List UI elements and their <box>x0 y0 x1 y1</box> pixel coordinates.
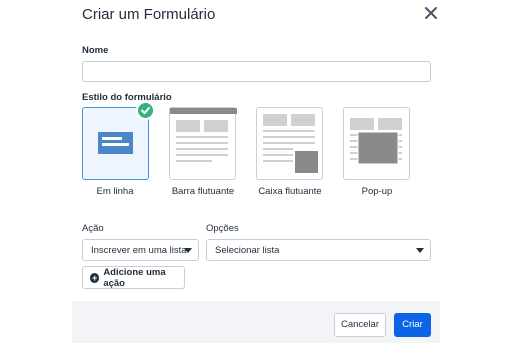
options-select[interactable]: Selecionar lista <box>206 239 431 261</box>
floating-box-illustration <box>263 114 318 173</box>
style-label-floating-box: Caixa flutuante <box>258 186 322 197</box>
action-select[interactable]: Inscrever em uma lista <box>82 239 199 261</box>
style-label-inline: Em linha <box>96 186 134 197</box>
action-select-value: Inscrever em uma lista <box>91 245 187 256</box>
options-select-value: Selecionar lista <box>215 245 280 256</box>
add-action-label: Adicione uma ação <box>103 266 166 289</box>
floating-bar-illustration <box>170 108 237 162</box>
name-label: Nome <box>82 45 109 56</box>
create-button[interactable]: Criar <box>394 313 431 337</box>
create-form-dialog: Criar um Formulário Nome Estilo do formu… <box>0 0 512 343</box>
add-action-button[interactable]: + Adicione uma ação <box>82 266 185 289</box>
style-option-popup[interactable] <box>343 107 410 180</box>
inline-form-illustration <box>98 132 133 154</box>
plus-circle-icon: + <box>90 272 100 283</box>
style-label-popup: Pop-up <box>361 186 393 197</box>
caret-down-icon <box>184 248 192 253</box>
caret-down-icon <box>416 248 424 253</box>
form-style-label: Estilo do formulário <box>82 92 172 103</box>
check-icon <box>136 101 155 120</box>
dialog-title: Criar um Formulário <box>82 6 216 23</box>
popup-illustration <box>350 118 402 165</box>
style-label-floating-bar: Barra flutuante <box>171 186 235 197</box>
options-label: Opções <box>206 223 239 234</box>
cancel-button[interactable]: Cancelar <box>334 313 386 337</box>
style-option-floating-box[interactable] <box>256 107 323 180</box>
close-icon[interactable] <box>422 4 440 22</box>
action-label: Ação <box>82 223 104 234</box>
style-option-floating-bar[interactable] <box>169 107 237 180</box>
name-input[interactable] <box>82 61 431 82</box>
